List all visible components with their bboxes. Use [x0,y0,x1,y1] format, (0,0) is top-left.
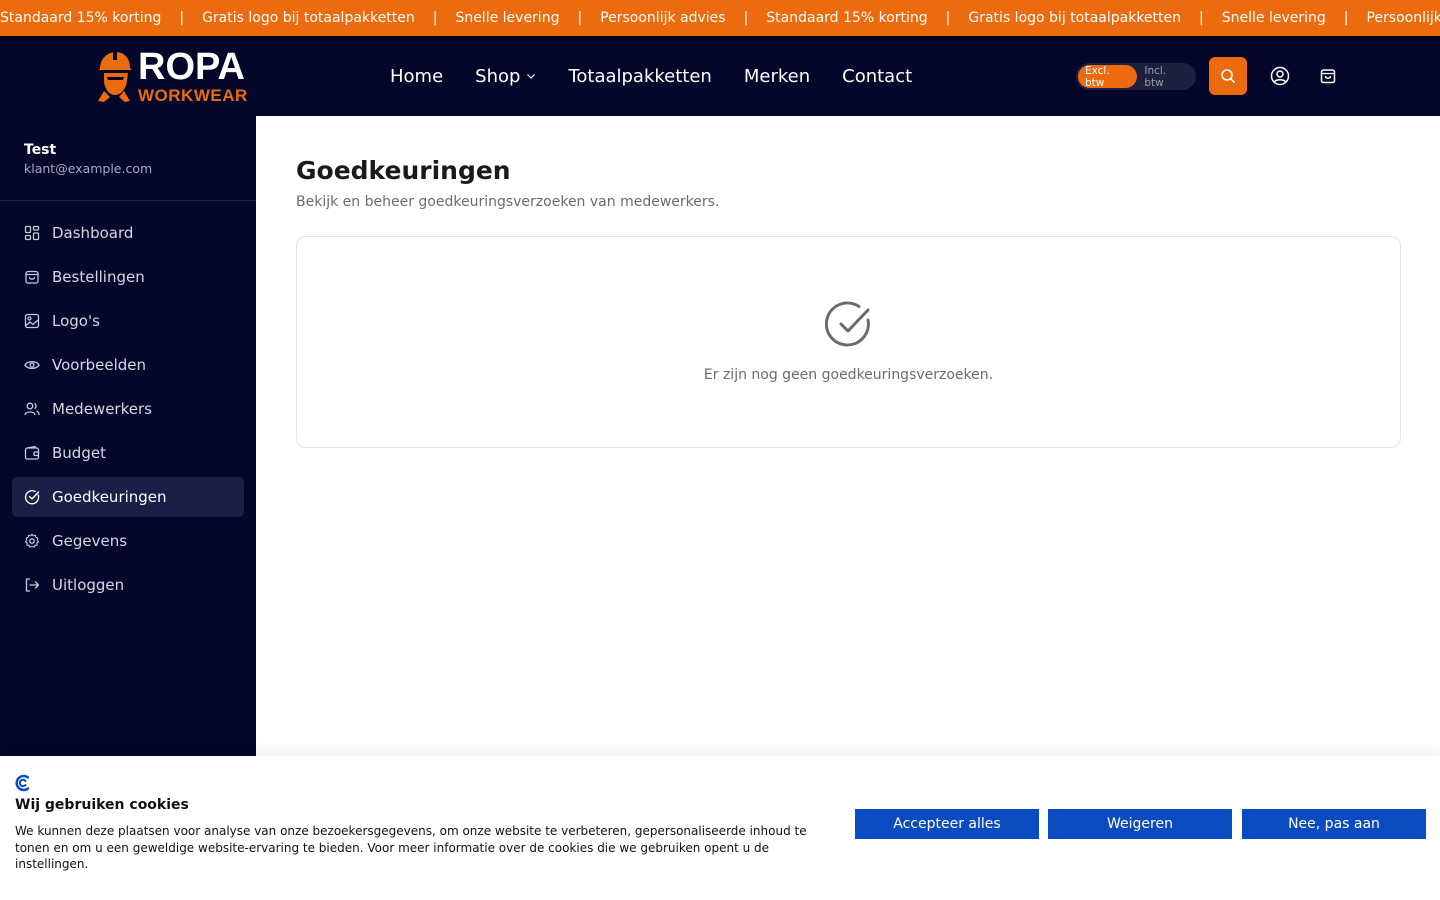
main-content: Goedkeuringen Bekijk en beheer goedkeuri… [256,116,1440,756]
promo-separator: | [945,10,951,26]
worker-helmet-icon [94,49,134,103]
logout-icon [24,577,40,593]
logo-wordmark: ROPA [138,46,245,88]
site-header: ROPA WORKWEAR Home Shop Totaalpakketten … [0,36,1440,116]
btw-toggle[interactable]: Excl. btw Incl. btw [1076,63,1196,90]
sidebar-item-label: Medewerkers [52,400,152,418]
eye-icon [24,357,40,373]
dashboard-icon [24,225,40,241]
promo-separator: | [432,10,438,26]
search-icon [1221,69,1235,83]
sidebar-item-logos[interactable]: Logo's [12,301,244,341]
logo[interactable]: ROPA WORKWEAR [94,48,247,104]
promo-item: Gratis logo bij totaalpakketten [968,10,1182,26]
promo-bar: Standaard 15% korting | Gratis logo bij … [0,0,1440,36]
user-email: klant@example.com [24,161,153,176]
nav-contact[interactable]: Contact [842,66,912,87]
sidebar-item-label: Dashboard [52,224,134,242]
cookie-title: Wij gebruiken cookies [15,797,189,813]
sidebar-item-goedkeuringen[interactable]: Goedkeuringen [12,477,244,517]
user-icon [1270,66,1290,86]
cart-button[interactable] [1317,65,1339,87]
check-circle-icon [24,489,40,505]
account-button[interactable] [1269,65,1291,87]
promo-separator: | [179,10,185,26]
user-name: Test [24,142,57,158]
main-nav: Home Shop Totaalpakketten Merken Contact [390,36,944,116]
sidebar-item-label: Uitloggen [52,576,125,594]
page-subtitle: Bekijk en beheer goedkeuringsverzoeken v… [296,194,720,210]
accept-all-button[interactable]: Accepteer alles [855,809,1039,839]
promo-separator: | [1343,10,1349,26]
nav-totaalpakketten[interactable]: Totaalpakketten [568,66,711,87]
account-sidebar: Test klant@example.com Dashboard Bestell… [0,116,256,756]
gear-icon [24,533,40,549]
promo-item: Snelle levering [1221,10,1326,26]
logo-tagline: WORKWEAR [138,86,248,105]
cookie-text: We kunnen deze plaatsen voor analyse van… [15,824,807,871]
nav-home[interactable]: Home [390,66,443,87]
sidebar-item-label: Gegevens [52,532,128,550]
page-title: Goedkeuringen [296,156,511,185]
wallet-icon [24,445,40,461]
nav-shop-label: Shop [475,65,521,87]
promo-item: Standaard 15% korting [0,10,162,26]
sidebar-item-gegevens[interactable]: Gegevens [12,521,244,561]
sidebar-item-label: Logo's [52,312,100,330]
sidebar-item-uitloggen[interactable]: Uitloggen [12,565,244,605]
search-button[interactable] [1209,57,1247,95]
btw-incl-option[interactable]: Incl. btw [1137,65,1194,89]
sidebar-item-voorbeelden[interactable]: Voorbeelden [12,345,244,385]
shopping-bag-icon [1320,69,1336,84]
empty-state-text: Er zijn nog geen goedkeuringsverzoeken. [703,367,994,383]
promo-track: Standaard 15% korting | Gratis logo bij … [0,0,1440,36]
sidebar-item-label: Budget [52,444,106,462]
nav-shop[interactable]: Shop [475,66,536,87]
users-icon [24,401,40,417]
promo-item: Standaard 15% korting [766,10,928,26]
chevron-down-icon [527,74,536,79]
promo-separator: | [1199,10,1204,26]
image-icon [24,313,40,329]
user-info: Test klant@example.com [0,116,256,201]
cookie-consent-logo-icon [14,774,32,792]
sidebar-item-medewerkers[interactable]: Medewerkers [12,389,244,429]
check-circle-icon [824,301,873,349]
sidebar-item-label: Voorbeelden [52,356,147,374]
promo-separator: | [577,10,583,26]
cookie-banner: Wij gebruiken cookies We kunnen deze pla… [0,756,1440,900]
promo-separator: | [743,10,749,26]
sidebar-item-label: Goedkeuringen [52,488,167,506]
sidebar-item-dashboard[interactable]: Dashboard [12,213,244,253]
customize-button[interactable]: Nee, pas aan [1242,809,1426,839]
sidebar-item-bestellingen[interactable]: Bestellingen [12,257,244,297]
promo-item: Persoonlijk advies [600,10,726,26]
nav-merken[interactable]: Merken [744,66,810,87]
promo-item: Gratis logo bij totaalpakketten [202,10,415,26]
promo-item: Snelle levering [455,10,560,26]
sidebar-menu: Dashboard Bestellingen Logo's Voorbeelde… [0,201,256,605]
shopping-bag-icon [24,269,40,285]
reject-button[interactable]: Weigeren [1048,809,1232,839]
sidebar-item-label: Bestellingen [52,268,145,286]
sidebar-item-budget[interactable]: Budget [12,433,244,473]
empty-state-card: Er zijn nog geen goedkeuringsverzoeken. [296,236,1401,448]
btw-excl-option[interactable]: Excl. btw [1078,65,1138,89]
promo-item: Persoonlijk advies [1366,10,1440,26]
